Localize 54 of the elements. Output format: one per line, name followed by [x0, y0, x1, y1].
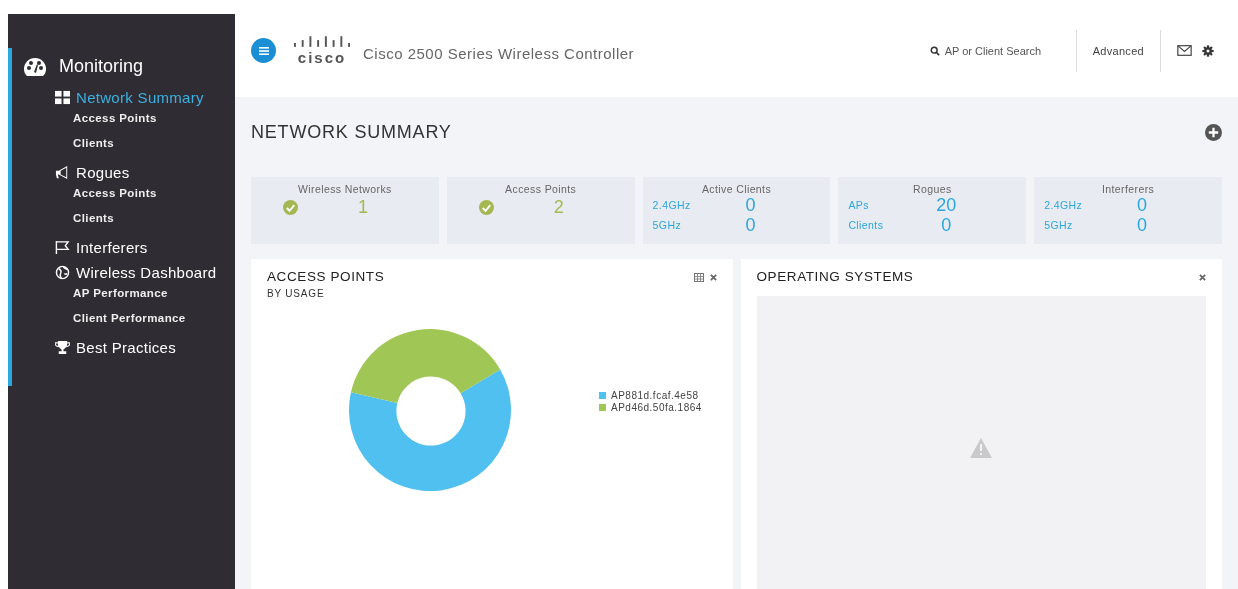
nav-item[interactable]: Rogues [76, 164, 130, 181]
advanced-link[interactable]: Advanced [1092, 44, 1144, 57]
nav-subitem[interactable]: Access Points [73, 187, 157, 199]
nav-subitem[interactable]: AP Performance [73, 287, 168, 299]
nav-item[interactable]: Interferers [76, 239, 148, 256]
panel-subtitle: BY USAGE [267, 288, 325, 299]
search-icon [929, 45, 940, 56]
app-title: Cisco 2500 Series Wireless Controller [363, 45, 635, 62]
tile-title: Rogues [913, 183, 952, 195]
settings-icon[interactable] [1202, 44, 1214, 57]
tile-title: Wireless Networks [298, 183, 392, 195]
menu-icon [257, 44, 270, 57]
legend-label: AP881d.fcaf.4e58 [611, 389, 699, 401]
dashboard-icon [23, 56, 47, 77]
grid-icon [55, 90, 70, 105]
legend-label: APd46d.50fa.1864 [611, 401, 702, 413]
megaphone-icon [55, 165, 70, 180]
nav-subitem[interactable]: Clients [73, 137, 115, 149]
tile-value: 0 [744, 215, 757, 235]
nav-item[interactable]: Network Summary [76, 89, 204, 106]
tile-value: 1 [358, 197, 368, 217]
trophy-icon [55, 340, 70, 355]
nav-item[interactable]: Best Practices [76, 339, 177, 356]
tile-title: Access Points [505, 183, 577, 195]
panel-title: OPERATING SYSTEMS [756, 269, 915, 284]
menu-button[interactable] [251, 38, 276, 63]
tile-value: 0 [744, 195, 757, 215]
mail-icon[interactable] [1177, 45, 1192, 56]
check-icon [478, 199, 494, 215]
close-icon[interactable] [1199, 274, 1206, 281]
flag-icon [55, 240, 70, 255]
tile-value: 0 [1135, 195, 1148, 215]
logo-bars-icon [293, 36, 351, 50]
nav-item[interactable]: Wireless Dashboard [76, 264, 217, 281]
page-title: NETWORK SUMMARY [251, 121, 452, 143]
add-icon[interactable] [1205, 123, 1222, 141]
nav-subitem[interactable]: Access Points [73, 112, 157, 124]
close-icon[interactable] [709, 274, 717, 281]
nav-subitem[interactable]: Clients [73, 212, 115, 224]
table-icon[interactable] [693, 273, 704, 282]
logo-text: cisco [297, 51, 347, 65]
check-icon [283, 199, 298, 215]
tile-title: Interferers [1101, 183, 1155, 195]
warning-icon [970, 437, 993, 458]
tile-title: Active Clients [701, 183, 772, 195]
tile-value: 2 [553, 197, 564, 217]
search-field[interactable]: AP or Client Search [929, 44, 1060, 57]
tile-value: 0 [940, 215, 953, 235]
section-title: Monitoring [59, 56, 144, 77]
globe-icon [55, 265, 70, 280]
panel-title: ACCESS POINTS [267, 269, 386, 284]
tile-value: 0 [1135, 215, 1148, 235]
nav-subitem[interactable]: Client Performance [73, 312, 186, 324]
tile-value: 20 [935, 195, 958, 215]
